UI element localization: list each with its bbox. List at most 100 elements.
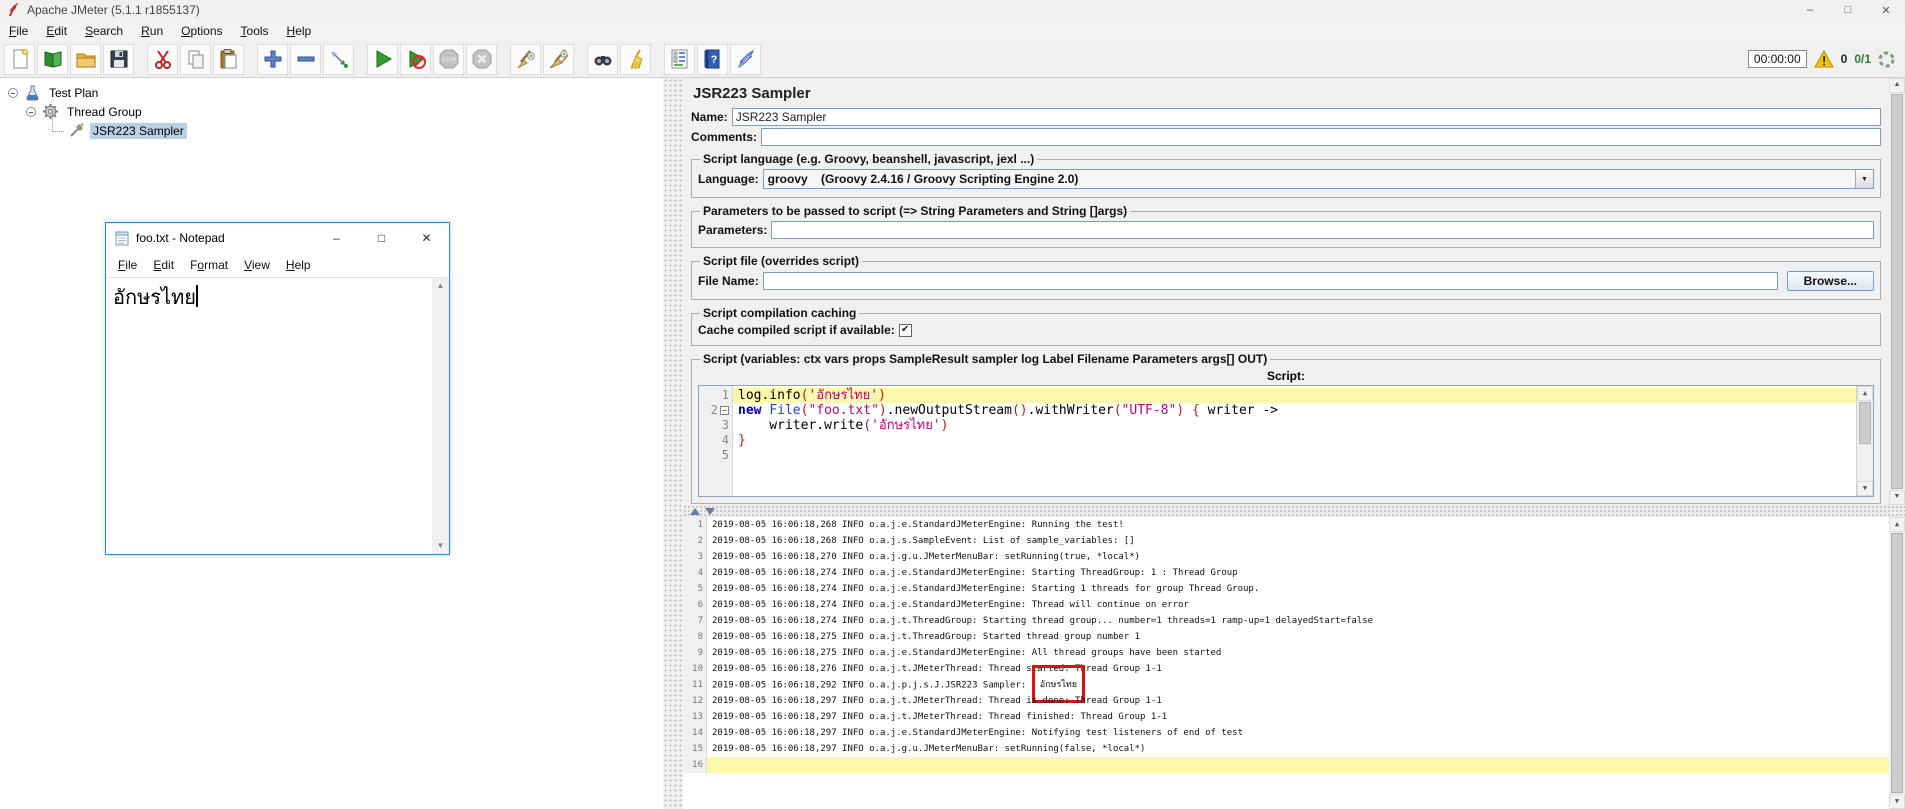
notepad-window: foo.txt - Notepad – □ ✕ File Edit Format Vi…	[105, 222, 450, 555]
scrollbar-thumb[interactable]	[1891, 94, 1903, 489]
toolbar-clear-button[interactable]	[510, 43, 541, 75]
browse-button[interactable]: Browse...	[1786, 271, 1874, 291]
tree-expand-knob-icon[interactable]	[26, 106, 36, 117]
notepad-title: foo.txt - Notepad	[136, 231, 225, 245]
language-select[interactable]: groovy (Groovy 2.4.16 / Groovy Scripting…	[762, 169, 1874, 189]
toolbar-save-button[interactable]	[103, 43, 134, 75]
tree-item-thread-group[interactable]: Thread Group	[0, 102, 663, 121]
cut-icon	[151, 47, 175, 71]
scroll-down-icon[interactable]: ▼	[1889, 490, 1905, 505]
script-line	[738, 448, 1856, 463]
log-line: 3 2019-08-05 16:06:18,270 INFO o.a.j.g.u.…	[683, 549, 1889, 565]
parameters-input[interactable]	[771, 221, 1874, 239]
toolbar-shutdown-button[interactable]	[466, 43, 497, 75]
menu-item-view[interactable]: View	[236, 256, 278, 274]
tree-item-test-plan[interactable]: Test Plan	[0, 83, 663, 102]
script-language-group: Script language (e.g. Groovy, beanshell,…	[691, 152, 1881, 198]
toolbar-collapse-button[interactable]	[290, 43, 321, 75]
scroll-up-icon[interactable]: ▲	[1889, 78, 1905, 93]
notepad-window-controls: – □ ✕	[314, 223, 449, 253]
editor-scrollbar[interactable]: ▲ ▼	[1856, 386, 1873, 496]
collapse-up-icon[interactable]	[690, 507, 700, 515]
chevron-down-icon[interactable]: ▼	[1855, 170, 1873, 188]
config-scrollbar[interactable]: ▲ ▼	[1889, 78, 1905, 505]
toolbar-clear-all-button[interactable]	[543, 43, 574, 75]
scroll-down-icon[interactable]: ▼	[432, 538, 449, 554]
menu-item-search[interactable]: Search	[76, 22, 132, 40]
scrollbar-thumb[interactable]	[1859, 402, 1871, 444]
log-splitter[interactable]	[683, 505, 1905, 517]
name-input[interactable]	[731, 108, 1881, 126]
tree-item-jsr223-sampler[interactable]: JSR223 Sampler	[0, 113, 663, 140]
toolbar-start-button[interactable]	[367, 43, 398, 75]
menu-item-tools[interactable]: Tools	[232, 22, 278, 40]
toolbar-open-file-button[interactable]	[70, 43, 101, 75]
notepad-title-bar[interactable]: foo.txt - Notepad – □ ✕	[106, 223, 449, 253]
log-line-text: 2019-08-05 16:06:18,297 INFO o.a.j.t.JMe…	[712, 712, 1168, 722]
log-line-text: 2019-08-05 16:06:18,274 INFO o.a.j.e.Sta…	[712, 600, 1189, 610]
close-button[interactable]: ✕	[1867, 0, 1905, 20]
menu-item-file[interactable]: File	[110, 256, 145, 274]
log-line-number: 13	[683, 709, 707, 725]
scroll-down-icon[interactable]: ▼	[1889, 794, 1905, 809]
log-rows: 1 2019-08-05 16:06:18,268 INFO o.a.j.e.St…	[683, 517, 1889, 809]
shutdown-icon	[470, 47, 494, 71]
toolbar-search-button[interactable]	[587, 43, 618, 75]
script-line: }	[738, 433, 746, 448]
editor-code[interactable]: log.info('อักษรไทย') new File("foo.txt").…	[733, 386, 1856, 496]
script-editor[interactable]: 1 2−3 4 5 log.info('อักษรไทย') new File("foo…	[698, 385, 1874, 497]
menu-item-options[interactable]: Options	[172, 22, 231, 40]
cache-checkbox[interactable]: ✔	[898, 323, 912, 337]
scroll-up-icon[interactable]: ▲	[432, 278, 449, 294]
tree-splitter[interactable]	[663, 78, 683, 809]
collapse-down-icon[interactable]	[705, 507, 715, 515]
toolbar-new-file-button[interactable]	[4, 43, 35, 75]
menu-item-help[interactable]: Help	[278, 22, 321, 40]
scrollbar-thumb[interactable]	[1891, 533, 1903, 793]
scroll-up-icon[interactable]: ▲	[1889, 517, 1905, 532]
toolbar-toggle-button[interactable]	[323, 43, 354, 75]
save-icon	[107, 47, 131, 71]
warning-icon[interactable]	[1813, 50, 1834, 68]
menu-item-edit[interactable]: Edit	[37, 22, 76, 40]
toolbar-paste-button[interactable]	[213, 43, 244, 75]
toolbar-apache-feather-button[interactable]	[730, 43, 761, 75]
toolbar-expand-button[interactable]	[257, 43, 288, 75]
maximize-button[interactable]: □	[1829, 0, 1867, 20]
script-line: writer.write('อักษรไทย')	[738, 418, 949, 433]
log-viewer[interactable]: 1 2019-08-05 16:06:18,268 INFO o.a.j.e.St…	[683, 517, 1905, 809]
notepad-text-area[interactable]: อักษรไทย ▲ ▼	[106, 277, 449, 554]
toolbar-templates-button[interactable]	[37, 43, 68, 75]
scroll-down-icon[interactable]: ▼	[1857, 481, 1873, 496]
paste-icon	[217, 47, 241, 71]
log-line: 8 2019-08-05 16:06:18,275 INFO o.a.j.t.Th…	[683, 629, 1889, 645]
toolbar-cut-button[interactable]	[147, 43, 178, 75]
notepad-scrollbar[interactable]: ▲ ▼	[432, 278, 449, 554]
minimize-button[interactable]: –	[1791, 0, 1829, 20]
menu-item-file[interactable]: File	[0, 22, 37, 40]
maximize-button[interactable]: □	[359, 223, 404, 253]
scroll-up-icon[interactable]: ▲	[1857, 386, 1873, 401]
log-scrollbar[interactable]: ▲ ▼	[1889, 517, 1905, 809]
stop-icon: STOP	[437, 47, 461, 71]
comments-input[interactable]	[761, 128, 1881, 146]
menu-item-edit[interactable]: Edit	[145, 256, 182, 274]
toolbar-copy-button[interactable]	[180, 43, 211, 75]
fold-collapse-icon[interactable]: −	[720, 406, 729, 415]
log-line-number: 10	[683, 661, 707, 677]
toolbar-separator	[356, 44, 365, 75]
toolbar-search-reset-button[interactable]	[620, 43, 651, 75]
file-name-input[interactable]	[762, 272, 1778, 290]
toolbar-start-no-timers-button[interactable]	[400, 43, 431, 75]
toolbar-help-button[interactable]: ?	[697, 43, 728, 75]
minimize-button[interactable]: –	[314, 223, 359, 253]
toolbar-stop-button[interactable]: STOP	[433, 43, 464, 75]
menu-item-format[interactable]: Format	[182, 256, 236, 274]
tree-expand-knob-icon[interactable]	[8, 87, 18, 98]
svg-text:?: ?	[710, 54, 717, 66]
menu-item-run[interactable]: Run	[132, 22, 172, 40]
script-file-legend: Script file (overrides script)	[703, 254, 860, 268]
toolbar-function-helper-button[interactable]	[664, 43, 695, 75]
menu-item-help[interactable]: Help	[278, 256, 319, 274]
close-button[interactable]: ✕	[404, 223, 449, 253]
